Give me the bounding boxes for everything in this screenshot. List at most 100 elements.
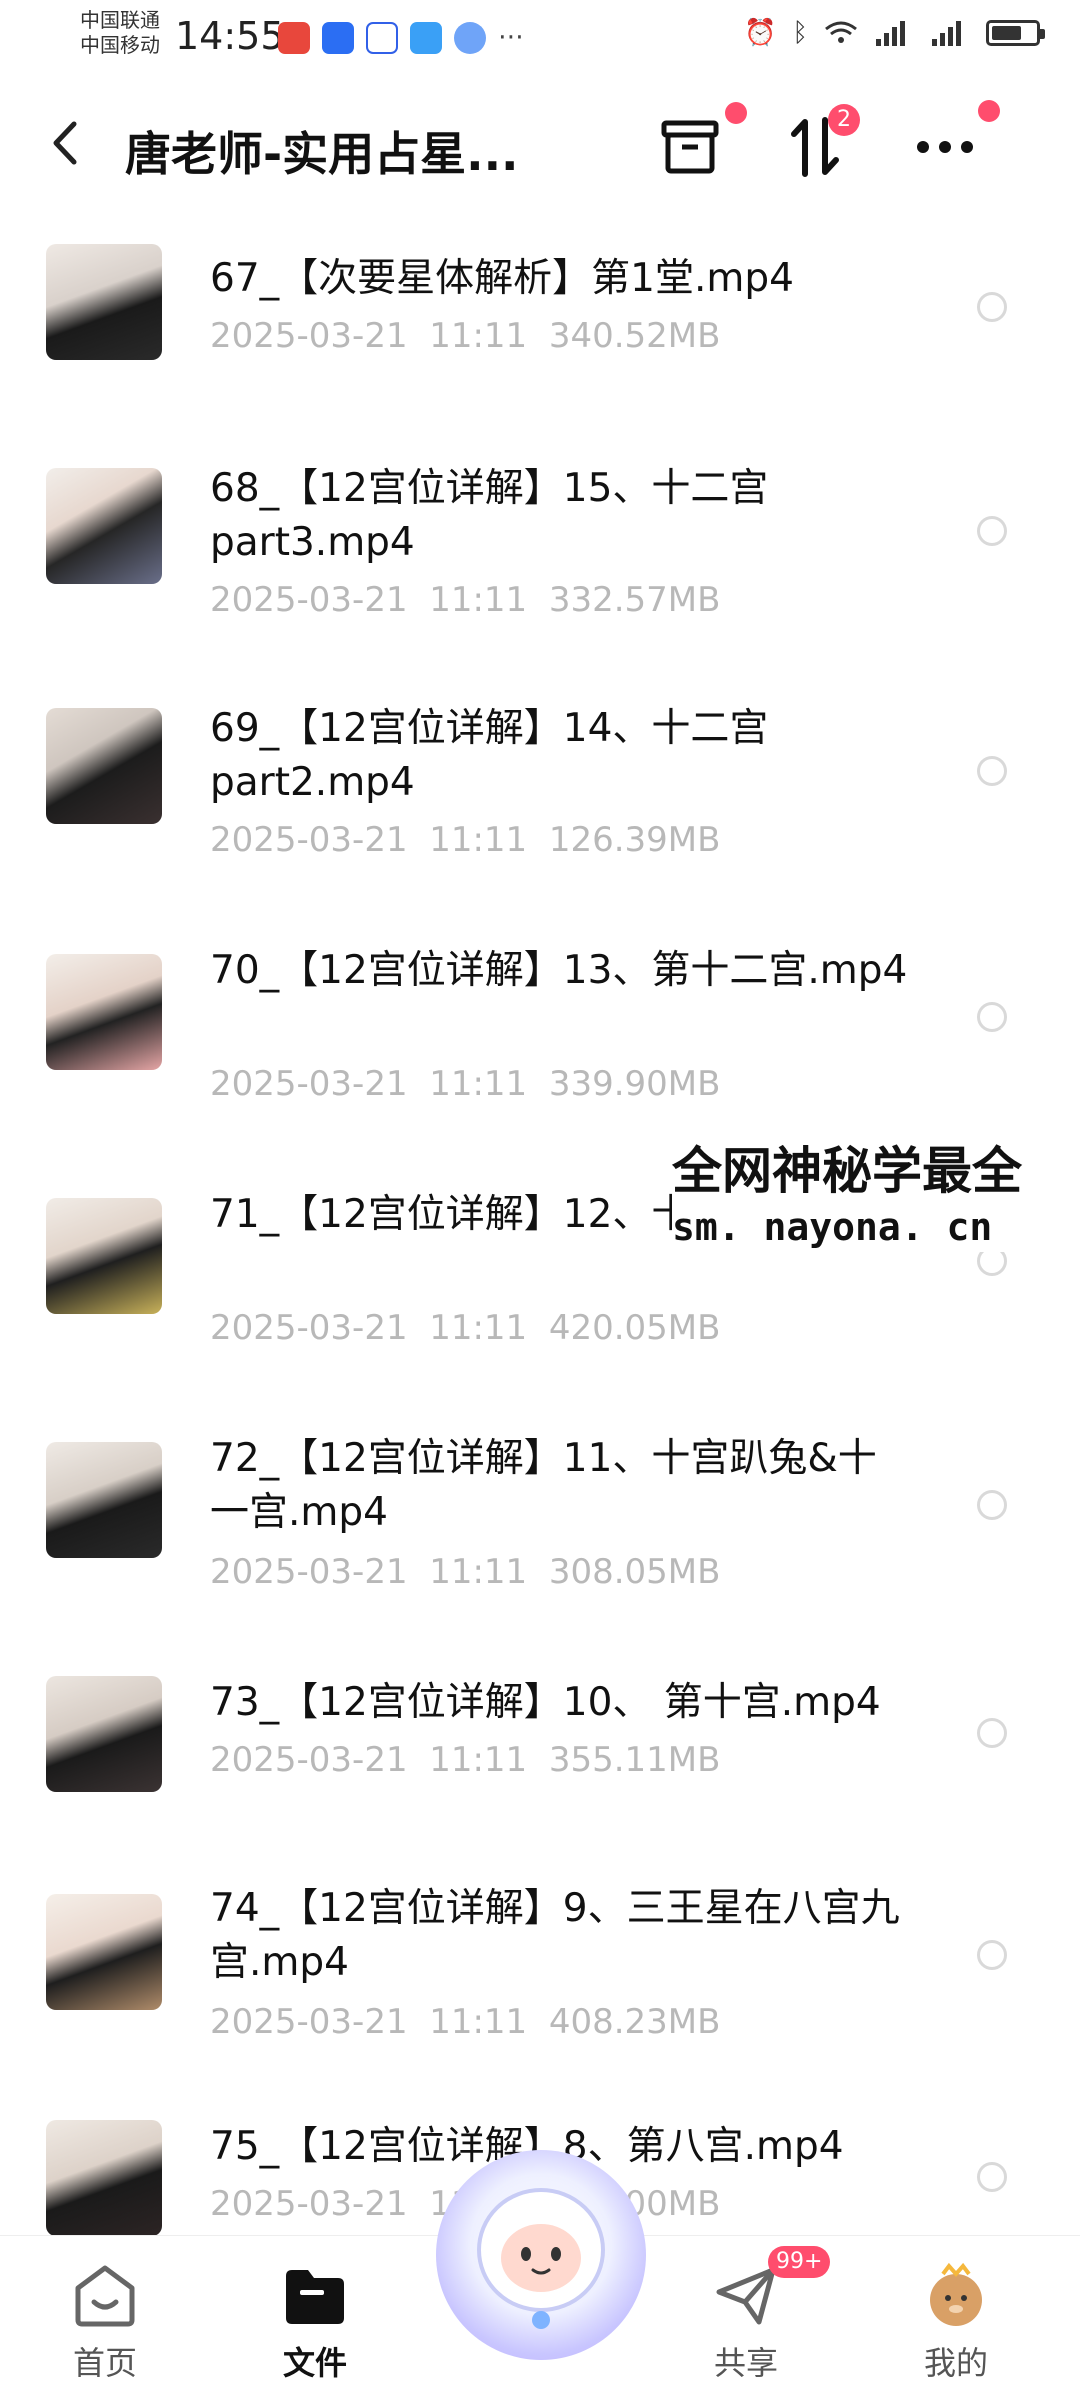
file-size: 332.57MB bbox=[548, 580, 721, 620]
watermark-line-1: 全网神秘学最全 bbox=[672, 1142, 1022, 1200]
more-notifications-icon: ⋯ bbox=[498, 22, 524, 52]
chevron-left-icon bbox=[53, 121, 77, 165]
signal-icon bbox=[876, 21, 905, 46]
file-date: 2025-03-21 11:11 bbox=[210, 1308, 528, 1348]
video-thumbnail bbox=[46, 2120, 162, 2236]
tab-files[interactable]: 文件 bbox=[245, 2262, 385, 2384]
watermark-overlay: 全网神秘学最全 sm. nayona. cn bbox=[672, 1140, 1080, 1252]
avatar-icon bbox=[930, 2262, 982, 2326]
wifi-icon bbox=[825, 21, 857, 43]
folder-icon bbox=[286, 2270, 344, 2324]
file-name: 72_【12宫位详解】11、十宫趴兔&十一宫.mp4 bbox=[210, 1436, 877, 1535]
select-radio[interactable] bbox=[977, 1940, 1007, 1970]
file-meta: 2025-03-21 11:11 308.05MB bbox=[210, 1552, 720, 1592]
file-row[interactable]: 73_【12宫位详解】10、 第十宫.mp4 2025-03-21 11:11 … bbox=[0, 1676, 1080, 1866]
file-name: 68_【12宫位详解】15、十二宫part3.mp4 bbox=[210, 466, 769, 565]
tab-files-label: 文件 bbox=[282, 2344, 347, 2382]
tab-share-label: 共享 bbox=[713, 2344, 778, 2382]
home-icon bbox=[75, 2265, 135, 2327]
file-date: 2025-03-21 11:11 bbox=[210, 820, 528, 860]
signal-icon bbox=[932, 21, 961, 46]
file-name: 74_【12宫位详解】9、三王星在八宫九宫.mp4 bbox=[210, 1886, 900, 1985]
file-date: 2025-03-21 11:11 bbox=[210, 1064, 528, 1104]
carrier-labels: 中国联通 中国移动 bbox=[80, 8, 160, 58]
tab-share[interactable]: 99+ 共享 bbox=[676, 2246, 831, 2384]
file-size: 308.05MB bbox=[548, 1552, 721, 1592]
baidu-icon bbox=[366, 22, 398, 54]
video-thumbnail bbox=[46, 708, 162, 824]
sort-button[interactable]: 2 bbox=[780, 104, 860, 182]
file-row[interactable]: 72_【12宫位详解】11、十宫趴兔&十一宫.mp4 2025-03-21 11… bbox=[0, 1432, 1080, 1662]
mascot-face-icon bbox=[477, 2188, 605, 2329]
file-meta: 2025-03-21 11:11 408.23MB bbox=[210, 2002, 720, 2042]
notification-dot bbox=[725, 102, 747, 124]
file-meta: 2025-03-21 11:11 339.90MB bbox=[210, 1064, 720, 1104]
status-bar: 中国联通 中国移动 14:55 ⋯ ⏰ ᛒ bbox=[0, 0, 1080, 80]
archive-box-icon bbox=[661, 120, 719, 174]
file-meta: 2025-03-21 11:11 355.11MB bbox=[210, 1740, 720, 1780]
file-meta: 2025-03-21 11:11 126.39MB bbox=[210, 820, 720, 860]
system-status-icons: ⏰ ᛒ bbox=[744, 18, 1045, 48]
file-row[interactable]: 69_【12宫位详解】14、十二宫part2.mp4 2025-03-21 11… bbox=[0, 702, 1080, 932]
carrier-1: 中国联通 bbox=[80, 8, 160, 32]
select-radio[interactable] bbox=[977, 2162, 1007, 2192]
video-thumbnail bbox=[46, 1894, 162, 2010]
video-thumbnail bbox=[46, 1442, 162, 1558]
select-radio[interactable] bbox=[977, 516, 1007, 546]
assistant-mascot-button[interactable] bbox=[436, 2150, 646, 2360]
select-radio[interactable] bbox=[977, 1718, 1007, 1748]
file-size: 420.05MB bbox=[548, 1308, 721, 1348]
app-notification-icon bbox=[322, 22, 354, 54]
page-title: 唐老师-实用占星... bbox=[125, 127, 519, 181]
video-thumbnail bbox=[46, 1676, 162, 1792]
file-name: 69_【12宫位详解】14、十二宫part2.mp4 bbox=[210, 706, 769, 805]
file-row[interactable]: 67_【次要星体解析】第1堂.mp4 2025-03-21 11:11 340.… bbox=[0, 240, 1080, 440]
video-thumbnail bbox=[46, 244, 162, 360]
tab-mine[interactable]: 我的 bbox=[886, 2262, 1026, 2384]
file-name: 67_【次要星体解析】第1堂.mp4 bbox=[210, 256, 794, 301]
file-date: 2025-03-21 11:11 bbox=[210, 2002, 528, 2042]
file-row[interactable]: 74_【12宫位详解】9、三王星在八宫九宫.mp4 2025-03-21 11:… bbox=[0, 1882, 1080, 2112]
file-date: 2025-03-21 11:11 bbox=[210, 580, 528, 620]
file-date: 2025-03-21 11:11 bbox=[210, 316, 528, 356]
file-size: 408.23MB bbox=[548, 2002, 721, 2042]
tab-mine-label: 我的 bbox=[923, 2344, 988, 2382]
back-button[interactable] bbox=[50, 118, 80, 180]
select-radio[interactable] bbox=[977, 756, 1007, 786]
bluetooth-icon: ᛒ bbox=[792, 18, 808, 48]
tab-home[interactable]: 首页 bbox=[35, 2262, 175, 2384]
sort-badge: 2 bbox=[828, 104, 860, 136]
file-size: 340.52MB bbox=[548, 316, 721, 356]
alarm-icon: ⏰ bbox=[744, 18, 777, 48]
share-badge: 99+ bbox=[768, 2246, 831, 2278]
battery-level bbox=[992, 26, 1021, 40]
battery-icon bbox=[986, 20, 1045, 46]
status-time: 14:55 bbox=[175, 14, 285, 58]
select-radio[interactable] bbox=[977, 292, 1007, 322]
file-name: 70_【12宫位详解】13、第十二宫.mp4 bbox=[210, 948, 908, 993]
file-date: 2025-03-21 11:11 bbox=[210, 1552, 528, 1592]
tab-home-label: 首页 bbox=[72, 2344, 137, 2382]
file-size: 355.11MB bbox=[548, 1740, 721, 1780]
weather-icon bbox=[410, 22, 442, 54]
file-meta: 2025-03-21 11:11 420.05MB bbox=[210, 1308, 720, 1348]
file-size: 126.39MB bbox=[548, 820, 721, 860]
carrier-2: 中国移动 bbox=[80, 33, 160, 57]
browser-icon bbox=[454, 22, 486, 54]
watermark-line-2: sm. nayona. cn bbox=[672, 1205, 993, 1249]
file-size: 339.90MB bbox=[548, 1064, 721, 1104]
app-notification-icon bbox=[278, 22, 310, 54]
top-navigation: 唐老师-实用占星... 2 bbox=[0, 90, 1080, 200]
file-row[interactable]: 68_【12宫位详解】15、十二宫part3.mp4 2025-03-21 11… bbox=[0, 462, 1080, 692]
file-name: 73_【12宫位详解】10、 第十宫.mp4 bbox=[210, 1680, 881, 1725]
more-options-button[interactable] bbox=[910, 100, 1000, 182]
file-date: 2025-03-21 11:11 bbox=[210, 1740, 528, 1780]
file-meta: 2025-03-21 11:11 332.57MB bbox=[210, 580, 720, 620]
file-meta: 2025-03-21 11:11 340.52MB bbox=[210, 316, 720, 356]
video-thumbnail bbox=[46, 468, 162, 584]
archive-button[interactable] bbox=[655, 102, 747, 182]
select-radio[interactable] bbox=[977, 1490, 1007, 1520]
video-thumbnail bbox=[46, 954, 162, 1070]
select-radio[interactable] bbox=[977, 1002, 1007, 1032]
video-thumbnail bbox=[46, 1198, 162, 1314]
